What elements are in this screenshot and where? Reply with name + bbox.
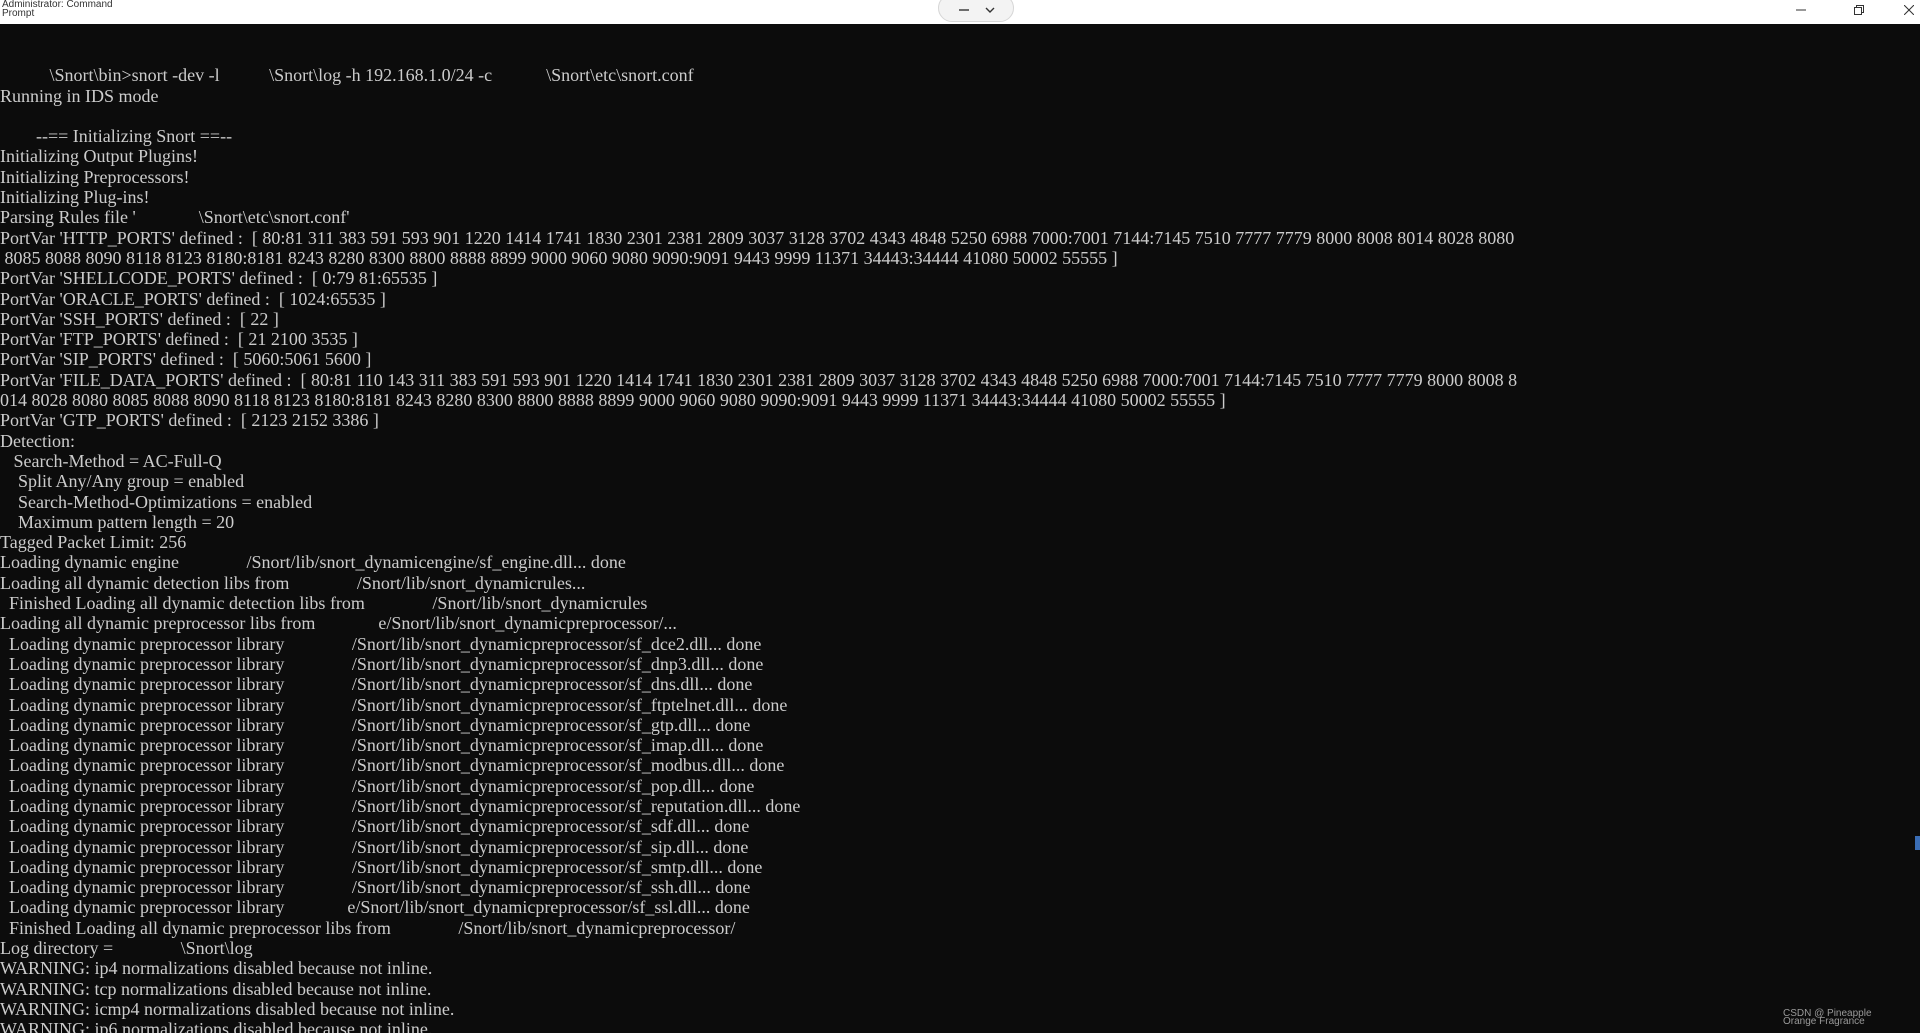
terminal-line: Loading dynamic preprocessor library /Sn… (0, 633, 762, 654)
terminal-line: Loading all dynamic detection libs from … (0, 572, 586, 593)
terminal-line: \Snort\bin>snort -dev -l \Snort\log -h 1… (0, 65, 694, 86)
terminal-line: Finished Loading all dynamic detection l… (0, 593, 648, 614)
terminal-line: Loading dynamic preprocessor library /Sn… (0, 755, 785, 776)
terminal-line: Loading dynamic preprocessor library /Sn… (0, 653, 764, 674)
terminal-line: WARNING: ip6 normalizations disabled bec… (0, 1019, 433, 1033)
terminal-line: Running in IDS mode (0, 85, 159, 106)
terminal-line: Loading dynamic preprocessor library /Sn… (0, 735, 764, 756)
terminal-line: Loading dynamic preprocessor library /Sn… (0, 674, 753, 695)
terminal-line: Loading dynamic preprocessor library /Sn… (0, 836, 749, 857)
terminal-line: Loading dynamic preprocessor library /Sn… (0, 877, 751, 898)
terminal-line: 014 8028 8080 8085 8088 8090 8118 8123 8… (0, 390, 1226, 411)
tab-dropdown-button[interactable] (977, 1, 1003, 19)
terminal-line: Loading all dynamic preprocessor libs fr… (0, 613, 677, 634)
chevron-down-icon (985, 7, 995, 13)
minus-icon (959, 9, 969, 11)
terminal-output[interactable]: \Snort\bin>snort -dev -l \Snort\log -h 1… (0, 24, 1920, 1033)
close-icon (1904, 5, 1914, 15)
terminal-line: Loading dynamic preprocessor library /Sn… (0, 795, 801, 816)
scroll-indicator (1915, 836, 1920, 850)
terminal-line: Finished Loading all dynamic preprocesso… (0, 917, 736, 938)
terminal-line: Parsing Rules file ' \Snort\etc\snort.co… (0, 207, 350, 228)
restore-button[interactable] (1836, 0, 1882, 20)
terminal-line: PortVar 'HTTP_PORTS' defined : [ 80:81 3… (0, 227, 1515, 248)
terminal-line: PortVar 'SIP_PORTS' defined : [ 5060:506… (0, 349, 372, 370)
terminal-line: PortVar 'ORACLE_PORTS' defined : [ 1024:… (0, 288, 386, 309)
close-button[interactable] (1886, 0, 1920, 20)
title-bar[interactable]: Administrator: Command Prompt (0, 0, 1920, 24)
terminal-line: Initializing Plug-ins! (0, 187, 150, 208)
terminal-line: Log directory = \Snort\log (0, 938, 253, 959)
terminal-line: Loading dynamic preprocessor library /Sn… (0, 714, 751, 735)
terminal-line: Loading dynamic preprocessor library /Sn… (0, 856, 763, 877)
terminal-line: Initializing Output Plugins! (0, 146, 198, 167)
terminal-line: Detection: (0, 430, 75, 451)
terminal-line: Loading dynamic preprocessor library /Sn… (0, 694, 788, 715)
terminal-line: PortVar 'SSH_PORTS' defined : [ 22 ] (0, 308, 279, 329)
terminal-line: Tagged Packet Limit: 256 (0, 532, 187, 553)
terminal-line: PortVar 'GTP_PORTS' defined : [ 2123 215… (0, 410, 379, 431)
terminal-line: Initializing Preprocessors! (0, 166, 190, 187)
terminal-line: Search-Method = AC-Full-Q (0, 450, 222, 471)
terminal-line: Search-Method-Optimizations = enabled (0, 491, 313, 512)
terminal-line: PortVar 'FILE_DATA_PORTS' defined : [ 80… (0, 369, 1518, 390)
restore-icon (1854, 5, 1864, 15)
terminal-line: PortVar 'FTP_PORTS' defined : [ 21 2100 … (0, 329, 358, 350)
tab-minimize-button[interactable] (951, 1, 977, 19)
terminal-line: WARNING: tcp normalizations disabled bec… (0, 978, 432, 999)
terminal-line: WARNING: ip4 normalizations disabled bec… (0, 958, 433, 979)
minimize-button[interactable] (1778, 0, 1824, 20)
terminal-line: Split Any/Any group = enabled (0, 471, 245, 492)
terminal-line: Loading dynamic engine /Snort/lib/snort_… (0, 552, 626, 573)
terminal-line: 8085 8088 8090 8118 8123 8180:8181 8243 … (0, 247, 1118, 268)
terminal-line: Maximum pattern length = 20 (0, 511, 235, 532)
terminal-lines: \Snort\bin>snort -dev -l \Snort\log -h 1… (0, 45, 1517, 1033)
terminal-line: --== Initializing Snort ==-- (0, 126, 233, 147)
minimize-icon (1796, 9, 1806, 11)
terminal-line: PortVar 'SHELLCODE_PORTS' defined : [ 0:… (0, 268, 438, 289)
tab-controls (938, 0, 1014, 22)
terminal-line: WARNING: icmp4 normalizations disabled b… (0, 998, 455, 1019)
window-title: Administrator: Command Prompt (2, 0, 113, 19)
terminal-line: Loading dynamic preprocessor library /Sn… (0, 816, 750, 837)
terminal-line: Loading dynamic preprocessor library e/S… (0, 897, 750, 918)
watermark: CSDN @ Pineapple Orange Fragrance (1783, 1008, 1872, 1027)
terminal-line: Loading dynamic preprocessor library /Sn… (0, 775, 755, 796)
